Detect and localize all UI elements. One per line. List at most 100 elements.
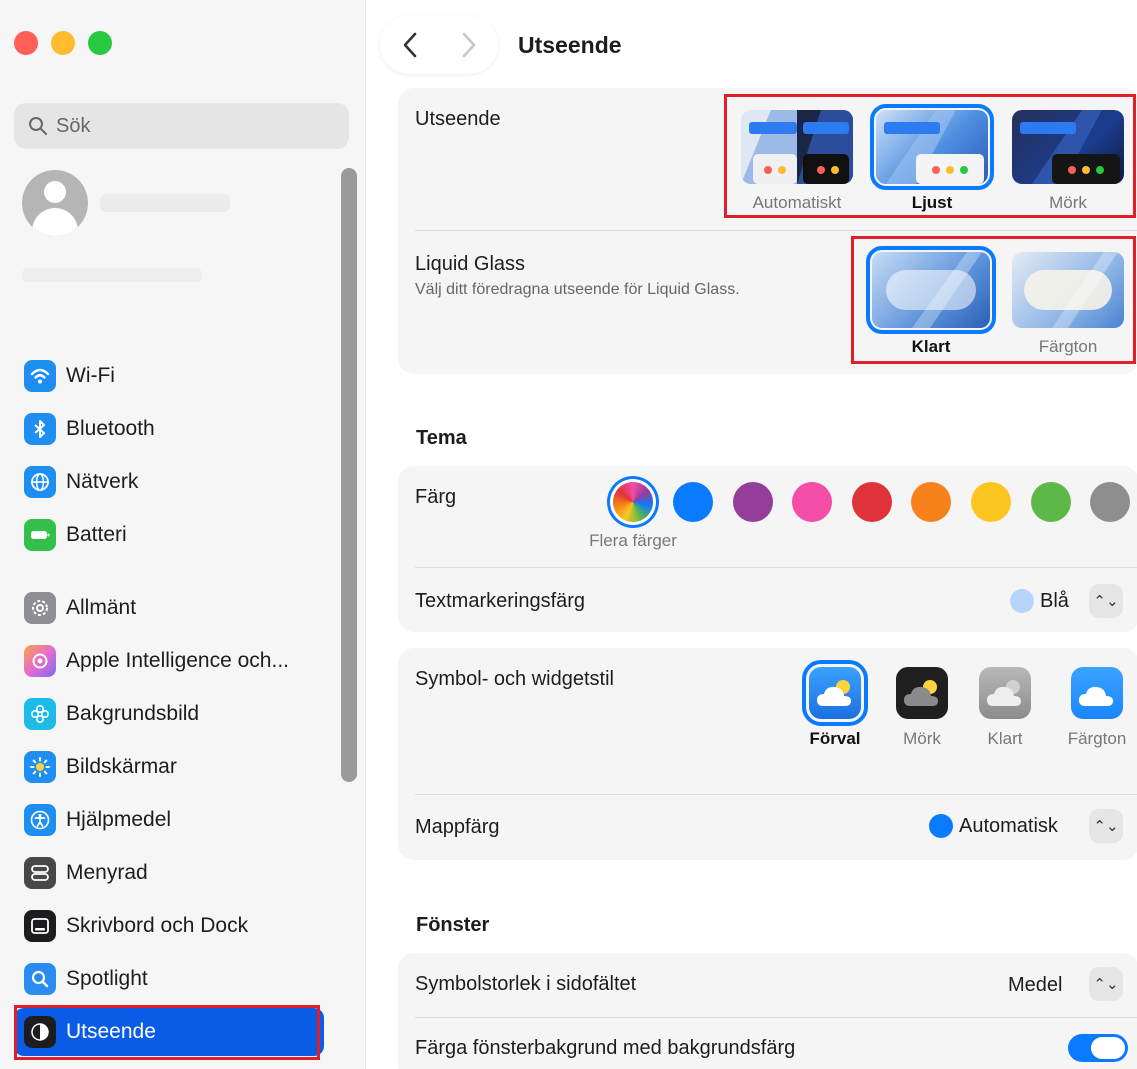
sidebar-item-apple-intelligence[interactable]: Apple Intelligence och... — [14, 637, 324, 685]
sidebar-item-network[interactable]: Nätverk — [14, 458, 324, 506]
chevron-updown-icon: ⌃⌄ — [1093, 818, 1119, 835]
accent-swatch-red[interactable] — [852, 482, 892, 522]
sidebar-icon-size-value[interactable]: Medel — [1008, 974, 1062, 997]
sidebar-item-label: Utseende — [66, 1020, 156, 1043]
widget-style-dark[interactable] — [896, 667, 948, 719]
accent-swatch-purple[interactable] — [733, 482, 773, 522]
appearance-dark-preview — [1020, 110, 1120, 184]
cloud-sun-icon — [904, 680, 938, 706]
liquid-glass-clear-thumbnail[interactable] — [866, 246, 996, 334]
accent-color-label: Färg — [415, 486, 457, 508]
highlight-color-swatch — [1010, 589, 1034, 613]
back-button[interactable] — [380, 16, 439, 74]
folder-color-value[interactable]: Automatisk — [959, 815, 1058, 838]
appearance-icon — [24, 1016, 56, 1048]
sidebar-item-menubar[interactable]: Menyrad — [14, 849, 324, 897]
minimize-window-button[interactable] — [51, 31, 75, 55]
sidebar-group-settings: Allmänt Apple Intelligence och... Bakgru… — [14, 584, 324, 1061]
sidebar-item-label: Apple Intelligence och... — [66, 649, 289, 672]
apple-account[interactable] — [22, 170, 230, 236]
window-heading: Fönster — [416, 914, 490, 936]
liquid-glass-option-label: Klart — [911, 337, 951, 356]
liquid-glass-option-label: Färgton — [1038, 337, 1098, 356]
widget-style-clear[interactable] — [979, 667, 1031, 719]
sidebar-item-accessibility[interactable]: Hjälpmedel — [14, 796, 324, 844]
sidebar-icon-size-label: Symbolstorlek i sidofältet — [415, 973, 637, 995]
bluetooth-icon — [24, 413, 56, 445]
dock-icon — [24, 910, 56, 942]
widget-option-label: Förval — [809, 729, 861, 748]
search-input[interactable] — [56, 114, 316, 138]
liquid-glass-label: Liquid Glass — [415, 253, 526, 275]
sidebar-icon-size-popup[interactable]: ⌃⌄ — [1089, 967, 1123, 1001]
accent-swatch-yellow[interactable] — [971, 482, 1011, 522]
account-name-redacted — [100, 194, 230, 212]
sidebar-scrollbar[interactable] — [341, 168, 357, 782]
tint-window-toggle[interactable] — [1068, 1034, 1128, 1062]
search-field[interactable] — [14, 103, 349, 149]
divider — [415, 794, 1137, 795]
liquid-glass-description: Välj ditt föredragna utseende för Liquid… — [415, 281, 740, 298]
window-card: Symbolstorlek i sidofältet Färga fönster… — [398, 953, 1137, 1069]
sidebar-item-bluetooth[interactable]: Bluetooth — [14, 405, 324, 453]
toggle-knob — [1091, 1037, 1125, 1059]
widget-option-label: Klart — [987, 729, 1023, 748]
folder-color-popup[interactable]: ⌃⌄ — [1089, 809, 1123, 843]
tint-window-label: Färga fönsterbakgrund med bakgrundsfärg — [415, 1037, 796, 1059]
chevron-left-icon — [403, 32, 416, 58]
sidebar-group-network: Wi-Fi Bluetooth Nätverk Batteri — [14, 352, 324, 564]
folder-color-swatch — [929, 814, 953, 838]
liquid-glass-tinted-thumbnail[interactable] — [1012, 252, 1124, 328]
sidebar-item-general[interactable]: Allmänt — [14, 584, 324, 632]
highlight-color-popup[interactable]: ⌃⌄ — [1089, 584, 1123, 618]
zoom-window-button[interactable] — [88, 31, 112, 55]
appearance-option-label: Ljust — [911, 193, 953, 212]
theme-heading: Tema — [416, 427, 467, 449]
sidebar-item-displays[interactable]: Bildskärmar — [14, 743, 324, 791]
sidebar-item-wifi[interactable]: Wi-Fi — [14, 352, 324, 400]
sidebar-item-spotlight[interactable]: Spotlight — [14, 955, 324, 1003]
sidebar-item-label: Hjälpmedel — [66, 808, 172, 831]
widget-style-tinted[interactable] — [1071, 667, 1123, 719]
accent-swatch-blue[interactable] — [673, 482, 713, 522]
chevron-updown-icon: ⌃⌄ — [1093, 593, 1119, 610]
sidebar-item-label: Bildskärmar — [66, 755, 177, 778]
highlight-color-value[interactable]: Blå — [1040, 590, 1069, 613]
appearance-auto-thumbnail[interactable] — [741, 110, 853, 184]
wifi-icon — [24, 360, 56, 392]
page-title: Utseende — [518, 32, 622, 58]
flower-icon — [24, 698, 56, 730]
sidebar-item-wallpaper[interactable]: Bakgrundsbild — [14, 690, 324, 738]
accent-swatch-graphite[interactable] — [1090, 482, 1130, 522]
cloud-icon — [1079, 686, 1113, 706]
folder-color-label: Mappfärg — [415, 816, 500, 838]
accent-swatch-pink[interactable] — [792, 482, 832, 522]
widget-option-label: Mörk — [903, 729, 941, 748]
window-controls — [14, 31, 112, 55]
appearance-option-label: Automatiskt — [752, 193, 842, 212]
forward-button[interactable] — [439, 16, 498, 74]
appearance-light-thumbnail[interactable] — [870, 104, 994, 190]
navigation-buttons — [380, 16, 498, 74]
sidebar-item-battery[interactable]: Batteri — [14, 511, 324, 559]
widget-style-default[interactable] — [802, 660, 868, 726]
account-detail-redacted — [22, 268, 202, 282]
divider — [415, 1017, 1137, 1018]
appearance-dark-thumbnail[interactable] — [1012, 110, 1124, 184]
highlight-color-label: Textmarkeringsfärg — [415, 590, 586, 612]
divider — [415, 567, 1137, 568]
sidebar: Wi-Fi Bluetooth Nätverk Batteri Allmä — [0, 0, 366, 1069]
sidebar-item-appearance[interactable]: Utseende — [14, 1008, 324, 1056]
close-window-button[interactable] — [14, 31, 38, 55]
sidebar-item-desktop-dock[interactable]: Skrivbord och Dock — [14, 902, 324, 950]
accent-swatch-green[interactable] — [1031, 482, 1071, 522]
accent-swatch-multicolor[interactable] — [613, 482, 653, 522]
selected-color-name: Flera färger — [589, 531, 677, 550]
cloud-icon — [987, 680, 1021, 706]
accent-swatch-orange[interactable] — [911, 482, 951, 522]
sidebar-item-label: Menyrad — [66, 861, 148, 884]
battery-icon — [24, 519, 56, 551]
chevron-updown-icon: ⌃⌄ — [1093, 976, 1119, 993]
appearance-label: Utseende — [415, 108, 501, 130]
search-icon — [29, 117, 47, 135]
